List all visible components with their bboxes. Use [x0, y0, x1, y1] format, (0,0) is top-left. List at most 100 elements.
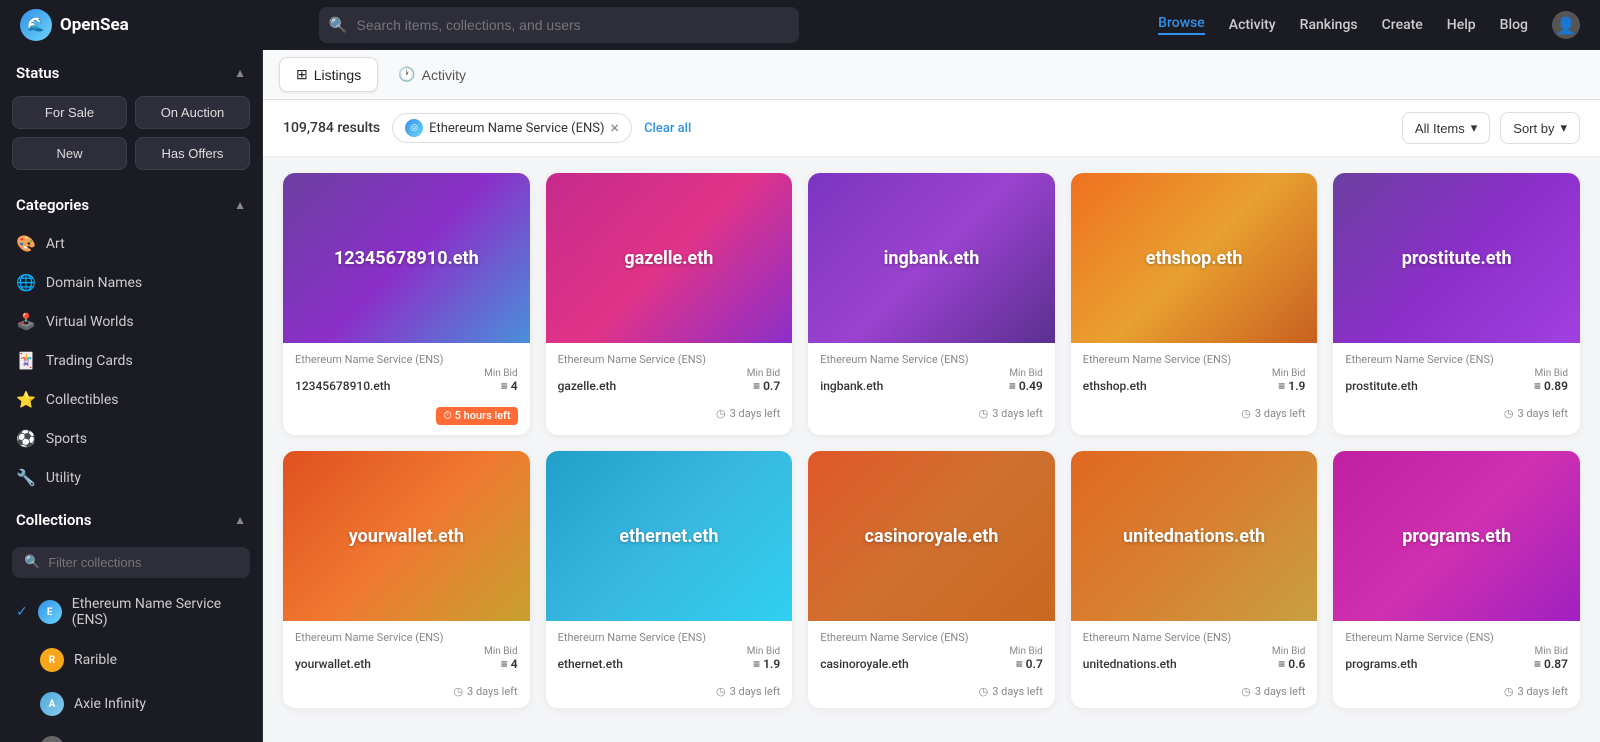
- category-virtual-worlds[interactable]: 🕹️ Virtual Worlds: [0, 302, 262, 341]
- active-filter-label: Ethereum Name Service (ENS): [429, 121, 604, 136]
- category-trading-cards[interactable]: 🃏 Trading Cards: [0, 341, 262, 380]
- nft-image: programs.eth: [1333, 451, 1580, 621]
- collections-label: Collections: [16, 511, 92, 529]
- nft-price: ≡ 4: [484, 657, 517, 671]
- nav-browse[interactable]: Browse: [1158, 15, 1205, 35]
- nav-rankings[interactable]: Rankings: [1300, 17, 1358, 33]
- collection-rarible-label: Rarible: [74, 652, 117, 668]
- nft-meta: ethshop.eth Min Bid ≡ 1.9: [1083, 368, 1306, 393]
- tab-listings[interactable]: ⊞ Listings: [279, 57, 378, 92]
- nft-meta: ethernet.eth Min Bid ≡ 1.9: [558, 646, 781, 671]
- category-collectibles-label: Collectibles: [46, 392, 119, 408]
- nft-footer: ◷ 3 days left: [1071, 401, 1318, 430]
- nft-price: ≡ 0.6: [1272, 657, 1305, 671]
- categories-chevron-icon[interactable]: ▲: [234, 198, 246, 212]
- sort-by-chevron-icon: ▾: [1560, 120, 1567, 136]
- collection-axie[interactable]: A Axie Infinity: [0, 682, 262, 726]
- nft-image: ingbank.eth: [808, 173, 1055, 343]
- nft-card-4[interactable]: ethshop.eth Ethereum Name Service (ENS) …: [1071, 173, 1318, 435]
- nft-card-2[interactable]: gazelle.eth Ethereum Name Service (ENS) …: [546, 173, 793, 435]
- nft-footer: ◷ 3 days left: [546, 679, 793, 708]
- nft-name-overlay: casinoroyale.eth: [865, 526, 999, 547]
- search-input[interactable]: [319, 7, 799, 43]
- nft-info: Ethereum Name Service (ENS) ingbank.eth …: [808, 343, 1055, 401]
- logo[interactable]: 🌊 OpenSea: [20, 9, 129, 41]
- status-on-auction-button[interactable]: On Auction: [135, 96, 250, 129]
- nft-card-9[interactable]: unitednations.eth Ethereum Name Service …: [1071, 451, 1318, 708]
- nft-collection-name: Ethereum Name Service (ENS): [1083, 353, 1306, 366]
- nft-card-7[interactable]: ethernet.eth Ethereum Name Service (ENS)…: [546, 451, 793, 708]
- nft-card-5[interactable]: prostitute.eth Ethereum Name Service (EN…: [1333, 173, 1580, 435]
- nft-title: ethernet.eth: [558, 657, 623, 671]
- category-art-label: Art: [46, 236, 65, 252]
- nav-blog[interactable]: Blog: [1500, 17, 1528, 33]
- nft-name-overlay: prostitute.eth: [1402, 248, 1512, 269]
- nft-price-block: Min Bid ≡ 0.7: [1009, 646, 1042, 671]
- status-chevron-icon[interactable]: ▲: [234, 66, 246, 80]
- nft-image: yourwallet.eth: [283, 451, 530, 621]
- nft-meta: ingbank.eth Min Bid ≡ 0.49: [820, 368, 1043, 393]
- nft-card-3[interactable]: ingbank.eth Ethereum Name Service (ENS) …: [808, 173, 1055, 435]
- nft-card-8[interactable]: casinoroyale.eth Ethereum Name Service (…: [808, 451, 1055, 708]
- nft-card-1[interactable]: 12345678910.eth Ethereum Name Service (E…: [283, 173, 530, 435]
- nft-name-overlay: unitednations.eth: [1123, 526, 1265, 547]
- nft-price-label: Min Bid: [1272, 646, 1305, 657]
- nft-collection-name: Ethereum Name Service (ENS): [1345, 353, 1568, 366]
- nft-title: yourwallet.eth: [295, 657, 371, 671]
- nft-footer: ◷ 3 days left: [1071, 679, 1318, 708]
- nft-info: Ethereum Name Service (ENS) ethshop.eth …: [1071, 343, 1318, 401]
- nft-footer: ◷ 3 days left: [1333, 401, 1580, 430]
- nft-card-10[interactable]: programs.eth Ethereum Name Service (ENS)…: [1333, 451, 1580, 708]
- collections-filter-input[interactable]: [48, 555, 238, 570]
- category-virtual-worlds-label: Virtual Worlds: [46, 314, 134, 330]
- collections-chevron-icon[interactable]: ▲: [234, 513, 246, 527]
- nav-activity[interactable]: Activity: [1229, 17, 1276, 33]
- time-badge: ◷ 3 days left: [453, 685, 517, 698]
- active-filter-chip[interactable]: ◎ Ethereum Name Service (ENS) ×: [392, 113, 632, 143]
- categories-label: Categories: [16, 196, 89, 214]
- nft-price-block: Min Bid ≡ 4: [484, 646, 517, 671]
- category-sports[interactable]: ⚽ Sports: [0, 419, 262, 458]
- nft-info: Ethereum Name Service (ENS) gazelle.eth …: [546, 343, 793, 401]
- nft-info: Ethereum Name Service (ENS) casinoroyale…: [808, 621, 1055, 679]
- nav-create[interactable]: Create: [1382, 17, 1423, 33]
- nft-title: prostitute.eth: [1345, 379, 1417, 393]
- nft-price: ≡ 0.89: [1534, 379, 1568, 393]
- nft-info: Ethereum Name Service (ENS) unitednation…: [1071, 621, 1318, 679]
- nft-image: prostitute.eth: [1333, 173, 1580, 343]
- category-art[interactable]: 🎨 Art: [0, 224, 262, 263]
- category-utility[interactable]: 🔧 Utility: [0, 458, 262, 497]
- nft-price-block: Min Bid ≡ 0.7: [747, 368, 780, 393]
- status-for-sale-button[interactable]: For Sale: [12, 96, 127, 129]
- trading-cards-icon: 🃏: [16, 351, 36, 370]
- topnav: 🌊 OpenSea 🔍 Browse Activity Rankings Cre…: [0, 0, 1600, 50]
- tab-activity[interactable]: 🕐 Activity: [382, 58, 482, 91]
- categories-list: 🎨 Art 🌐 Domain Names 🕹️ Virtual Worlds 🃏…: [0, 224, 262, 497]
- nft-meta: gazelle.eth Min Bid ≡ 0.7: [558, 368, 781, 393]
- nft-title: unitednations.eth: [1083, 657, 1177, 671]
- collections-section-header: Collections ▲: [0, 497, 262, 539]
- nft-collection-name: Ethereum Name Service (ENS): [558, 353, 781, 366]
- collection-rarible[interactable]: R Rarible: [0, 638, 262, 682]
- remove-filter-button[interactable]: ×: [611, 120, 620, 136]
- user-avatar[interactable]: 👤: [1552, 11, 1580, 39]
- search-icon: 🔍: [329, 16, 348, 34]
- sports-icon: ⚽: [16, 429, 36, 448]
- collection-somnium[interactable]: S Somnium Space VR: [0, 726, 262, 742]
- category-domain-names[interactable]: 🌐 Domain Names: [0, 263, 262, 302]
- clear-all-button[interactable]: Clear all: [644, 121, 691, 136]
- nft-info: Ethereum Name Service (ENS) 12345678910.…: [283, 343, 530, 401]
- nft-price-block: Min Bid ≡ 4: [484, 368, 517, 393]
- nft-collection-name: Ethereum Name Service (ENS): [295, 353, 518, 366]
- all-items-dropdown[interactable]: All Items ▾: [1402, 112, 1490, 144]
- somnium-avatar: S: [40, 736, 64, 742]
- activity-clock-icon: 🕐: [398, 66, 415, 83]
- sort-by-dropdown[interactable]: Sort by ▾: [1500, 112, 1580, 144]
- collection-ens[interactable]: ✓ E Ethereum Name Service (ENS): [0, 586, 262, 638]
- category-collectibles[interactable]: ⭐ Collectibles: [0, 380, 262, 419]
- status-new-button[interactable]: New: [12, 137, 127, 170]
- nft-collection-name: Ethereum Name Service (ENS): [820, 631, 1043, 644]
- nav-help[interactable]: Help: [1447, 17, 1476, 33]
- nft-card-6[interactable]: yourwallet.eth Ethereum Name Service (EN…: [283, 451, 530, 708]
- status-has-offers-button[interactable]: Has Offers: [135, 137, 250, 170]
